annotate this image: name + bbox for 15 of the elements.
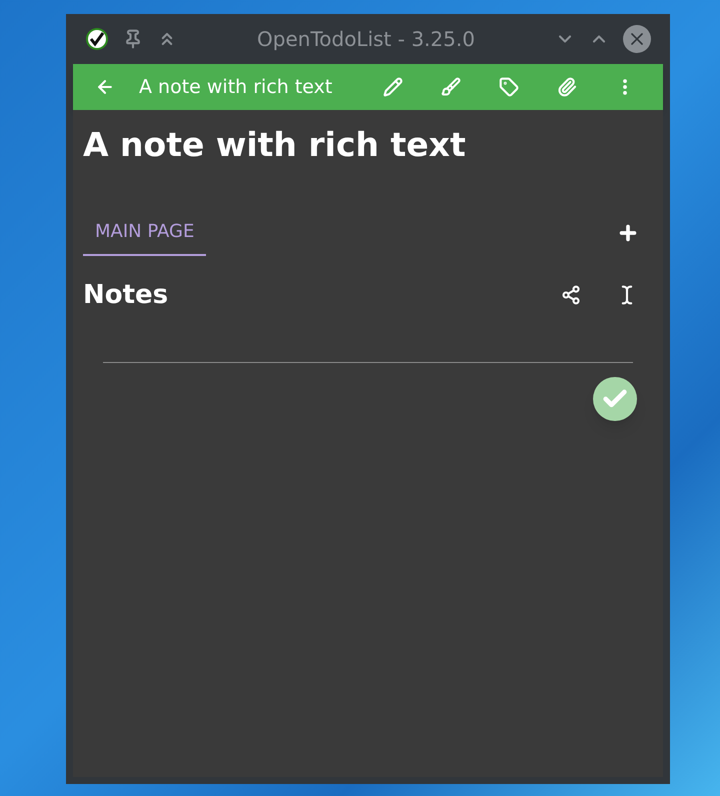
- paperclip-icon[interactable]: [557, 77, 577, 97]
- tab[interactable]: MAIN PAGE: [83, 210, 206, 256]
- section-title: Notes: [83, 278, 170, 312]
- pin-icon[interactable]: [123, 29, 143, 49]
- pencil-icon[interactable]: [383, 77, 403, 97]
- tag-icon[interactable]: [499, 77, 519, 97]
- app-logo-icon: [85, 27, 109, 51]
- back-icon[interactable]: [95, 77, 115, 97]
- window-title: OpenTodoList - 3.25.0: [256, 26, 476, 53]
- save-button[interactable]: [593, 376, 637, 420]
- note-title: A note with rich text: [83, 124, 467, 166]
- close-button[interactable]: [623, 25, 651, 53]
- toolbar-title: A note with rich text: [139, 74, 334, 100]
- share-icon[interactable]: [561, 285, 581, 305]
- brush-icon[interactable]: [441, 77, 461, 97]
